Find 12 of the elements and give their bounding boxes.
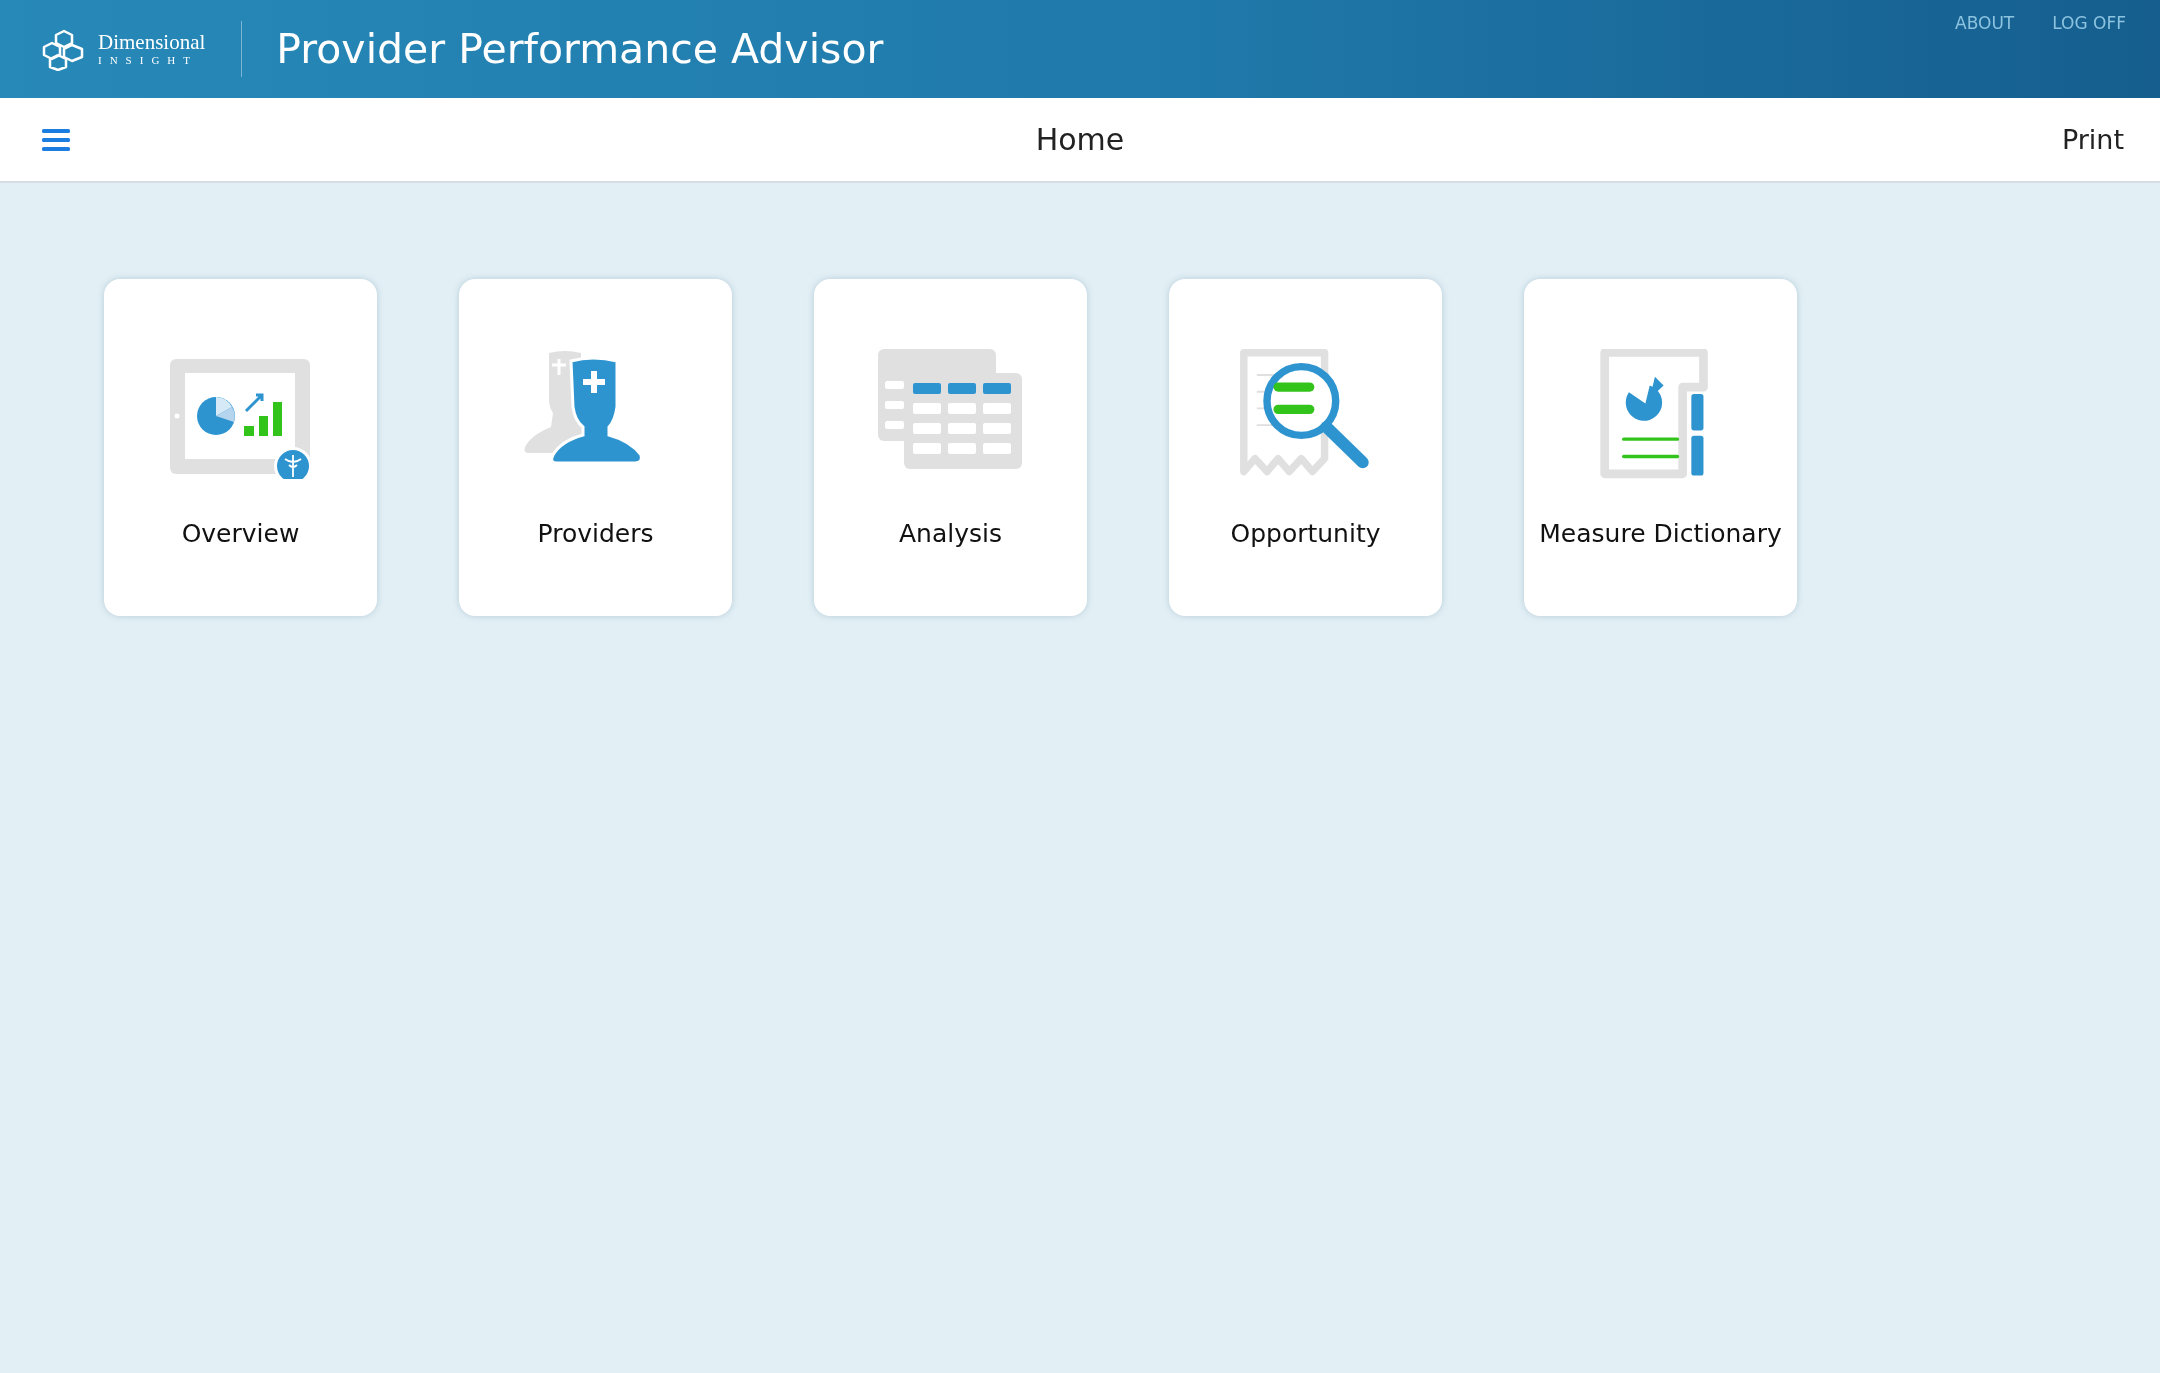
menu-icon[interactable] — [42, 127, 70, 152]
navigation-tile[interactable]: Providers — [459, 279, 732, 616]
navigation-tile[interactable]: Analysis — [814, 279, 1087, 616]
header-link[interactable]: LOG OFF — [2052, 13, 2126, 33]
brand-name: Dimensional — [98, 31, 206, 53]
navigation-tile[interactable]: Opportunity — [1169, 279, 1442, 616]
navigation-tile[interactable]: Measure Dictionary — [1524, 279, 1797, 616]
navigation-tile[interactable]: Overview — [104, 279, 377, 616]
print-link[interactable]: Print — [2061, 124, 2124, 155]
app-title: Provider Performance Advisor — [276, 25, 884, 73]
brand-tagline: INSIGHT — [98, 53, 199, 67]
page-title: Home — [1035, 122, 1125, 157]
